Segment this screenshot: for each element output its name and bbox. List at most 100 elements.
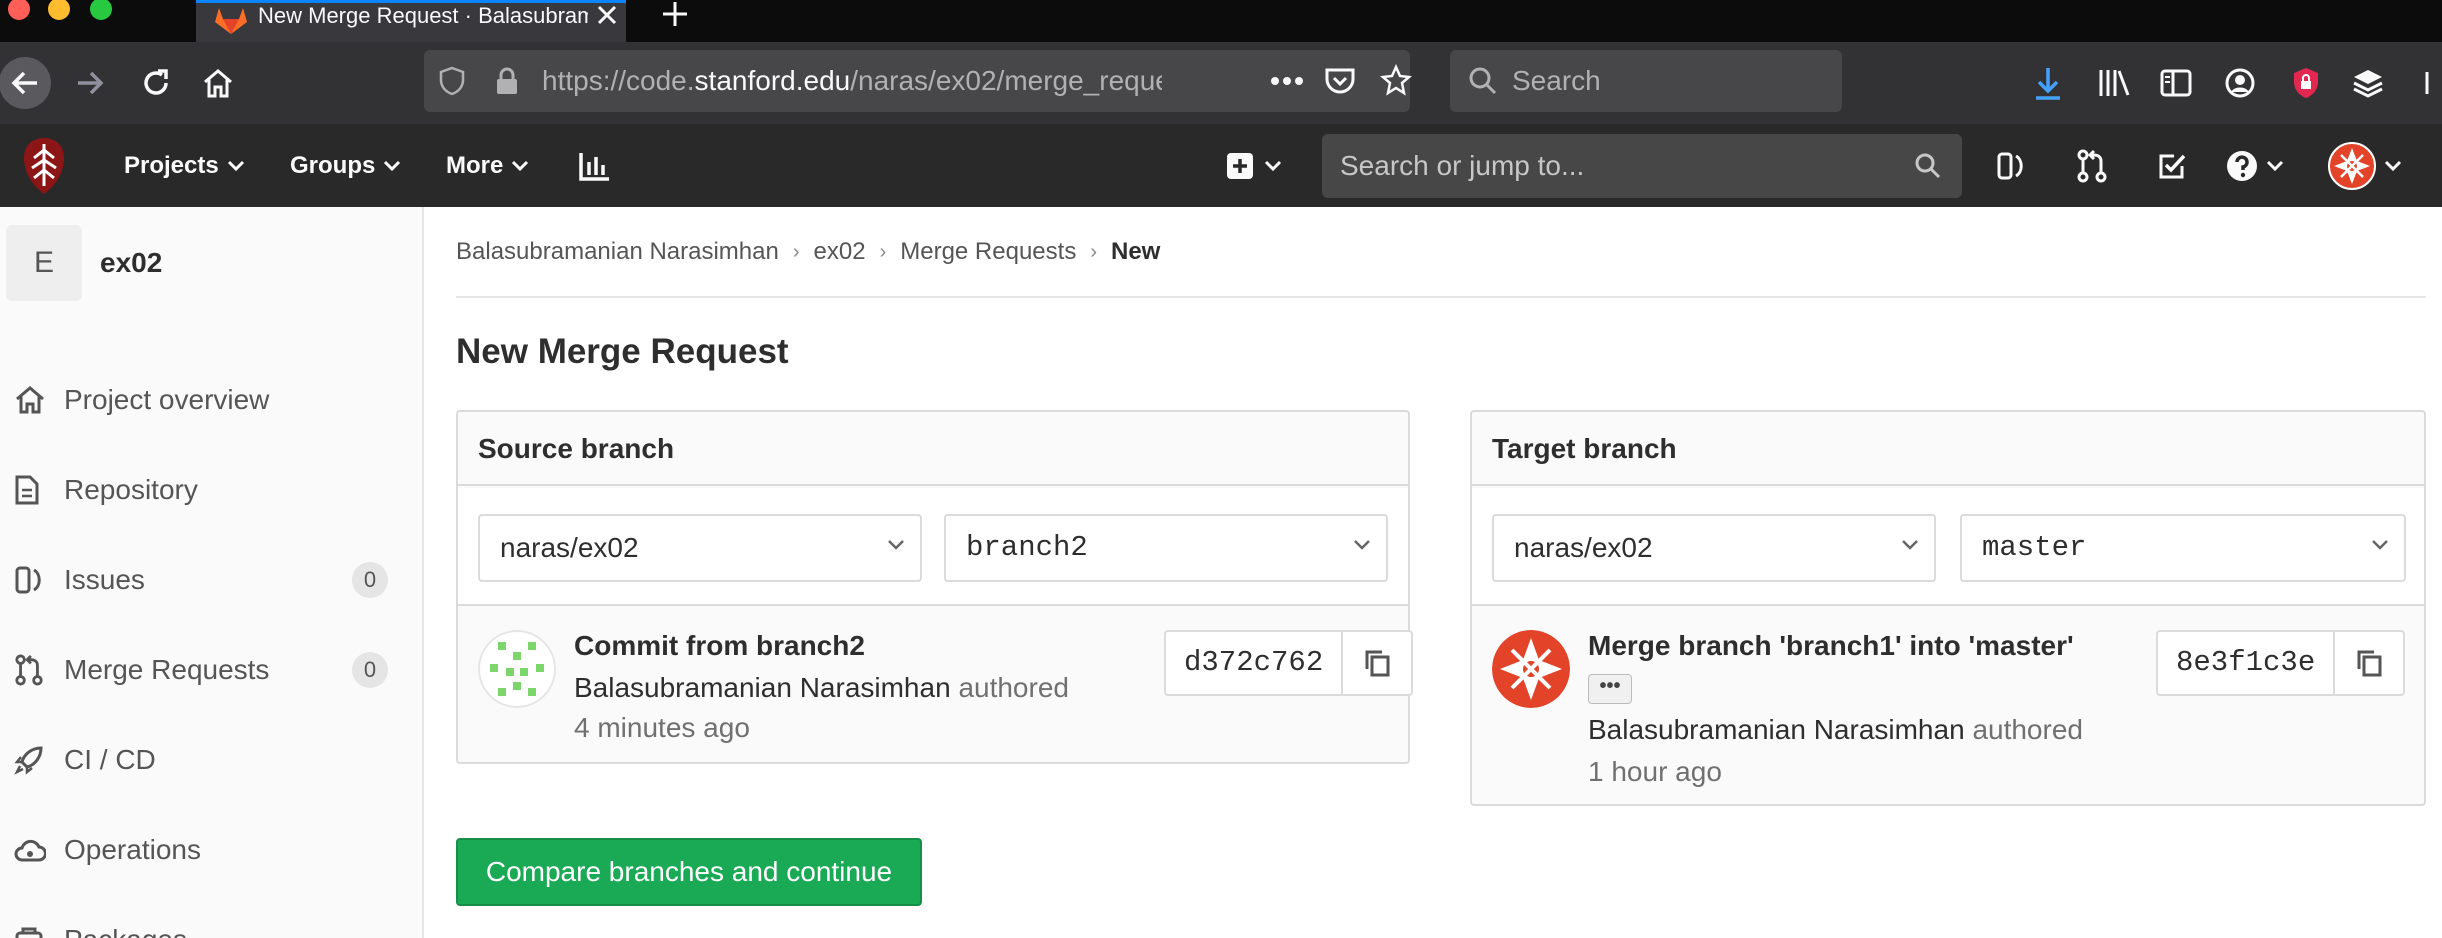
todos-shortcut[interactable] [2156,124,2188,207]
chevron-down-icon [2384,160,2402,171]
chevron-down-icon [888,540,904,550]
target-commit-title[interactable]: Merge branch 'branch1' into 'master' [1588,630,2074,662]
copy-sha-icon[interactable] [1343,632,1411,694]
forward-button[interactable] [68,42,112,124]
commit-description-toggle[interactable]: ••• [1588,674,1632,704]
chevron-down-icon [227,160,244,171]
forward-arrow-icon [78,71,104,95]
target-branch-header: Target branch [1472,412,2424,486]
copy-sha-icon[interactable] [2335,632,2403,694]
target-project-dropdown[interactable]: naras/ex02 [1492,514,1936,582]
issues-shortcut[interactable] [1996,124,2026,207]
chevron-down-icon [1264,160,1282,171]
chevron-right-icon: › [792,240,800,263]
cloud-gear-icon [0,836,64,864]
breadcrumb-user[interactable]: Balasubramanian Narasimhan [456,238,779,266]
target-commit-sha-group: 8e3f1c3e [2156,630,2406,696]
window-minimize-dot[interactable] [48,0,70,20]
gitlab-search-input[interactable]: Search or jump to... [1322,134,1962,198]
help-question-icon [2227,150,2257,181]
source-commit-sha[interactable]: d372c762 [1166,632,1344,694]
user-avatar-icon [2328,141,2376,190]
target-commit-author[interactable]: Balasubramanian Narasimhan [1588,714,1965,745]
issues-icon [1997,152,2023,179]
browser-toolbar: https://code.stanford.edu/naras/ex02/mer… [0,42,2442,124]
browser-search-bar[interactable]: Search [1450,50,1842,112]
sidebar-item-packages[interactable]: Packages [0,909,420,938]
sidebar-item-repository[interactable]: Repository [0,459,420,521]
sidebar-item-operations[interactable]: Operations [0,819,420,881]
extension-layers-button[interactable] [2348,42,2388,124]
new-item-dropdown[interactable] [1226,124,1282,207]
merge-request-icon [0,654,64,686]
tab-close-icon[interactable] [594,3,620,29]
bookmark-star-icon[interactable] [1380,64,1412,96]
pocket-icon[interactable] [1324,66,1356,96]
sidebar-item-ci-cd[interactable]: CI / CD [0,729,420,791]
target-commit-time: 1 hour ago [1588,756,1722,787]
library-button[interactable] [2094,42,2134,124]
tracking-shield-icon[interactable] [438,66,466,96]
source-branch-dropdown[interactable]: branch2 [944,514,1388,582]
url-bar[interactable]: https://code.stanford.edu/naras/ex02/mer… [424,50,1412,112]
source-project-dropdown[interactable]: naras/ex02 [478,514,922,582]
breadcrumb-project[interactable]: ex02 [814,238,866,266]
browser-tab-active[interactable]: New Merge Request · Balasubramanian Nara… [196,0,626,42]
url-text[interactable]: https://code.stanford.edu/naras/ex02/mer… [542,50,1162,112]
checkbox-todo-icon [2159,154,2186,178]
merge-requests-shortcut[interactable] [2076,124,2108,207]
source-commit-title[interactable]: Commit from branch2 [574,630,865,662]
chevron-down-icon [1354,540,1370,550]
extension-lock-button[interactable] [2286,42,2326,124]
breadcrumb: Balasubramanian Narasimhan › ex02 › Merg… [456,222,1160,282]
padlock-icon[interactable] [494,66,520,96]
projects-menu[interactable]: Projects [124,124,245,207]
home-button[interactable] [196,42,240,124]
window-close-dot[interactable] [8,0,30,20]
merge-request-icon [2077,149,2107,182]
stanford-tree-logo-icon[interactable] [22,136,66,196]
new-tab-icon[interactable] [660,0,690,30]
back-button[interactable] [0,42,56,124]
sidebar-item-merge-requests[interactable]: Merge Requests 0 [0,639,420,701]
browser-search-placeholder: Search [1512,65,1601,96]
user-menu[interactable] [2328,124,2402,207]
package-icon [0,925,64,938]
compare-branches-button[interactable]: Compare branches and continue [456,838,922,906]
target-branch-selectors: naras/ex02 master [1472,488,2424,606]
browser-tab-strip: New Merge Request · Balasubramanian Nara… [0,0,2442,42]
breadcrumb-current[interactable]: New [1111,238,1160,266]
target-branch-dropdown[interactable]: master [1960,514,2406,582]
source-commit-avatar[interactable] [478,630,556,708]
help-dropdown[interactable] [2226,124,2284,207]
chevron-down-icon [1902,540,1918,550]
project-avatar[interactable]: E [6,225,82,301]
source-commit-time: 4 minutes ago [574,712,750,743]
bar-chart-icon [579,152,609,181]
chevron-down-icon [384,160,401,171]
source-branch-header: Source branch [458,412,1408,486]
breadcrumb-divider [456,296,2426,298]
project-name[interactable]: ex02 [100,225,162,301]
source-commit-author[interactable]: Balasubramanian Narasimhan [574,672,951,703]
groups-menu[interactable]: Groups [290,124,401,207]
window-zoom-dot[interactable] [90,0,112,20]
page-actions-icon[interactable] [1270,76,1304,86]
overflow-menu-button[interactable] [2416,42,2442,124]
chevron-down-icon [512,160,529,171]
chevron-right-icon: › [879,240,887,263]
breadcrumb-merge-requests[interactable]: Merge Requests [900,238,1076,266]
reload-button[interactable] [134,42,178,124]
gitlab-favicon-icon [214,5,248,35]
downloads-button[interactable] [2028,42,2068,124]
sidebar-item-issues[interactable]: Issues 0 [0,549,420,611]
target-commit-avatar[interactable] [1492,630,1570,708]
activity-chart-button[interactable] [578,124,612,207]
sidebar-toggle-button[interactable] [2156,42,2196,124]
merge-requests-count-badge: 0 [352,652,388,688]
sidebar-icon [2160,69,2192,97]
target-commit-sha[interactable]: 8e3f1c3e [2158,632,2336,694]
sidebar-item-project-overview[interactable]: Project overview [0,369,420,431]
more-menu[interactable]: More [446,124,529,207]
account-button[interactable] [2220,42,2260,124]
